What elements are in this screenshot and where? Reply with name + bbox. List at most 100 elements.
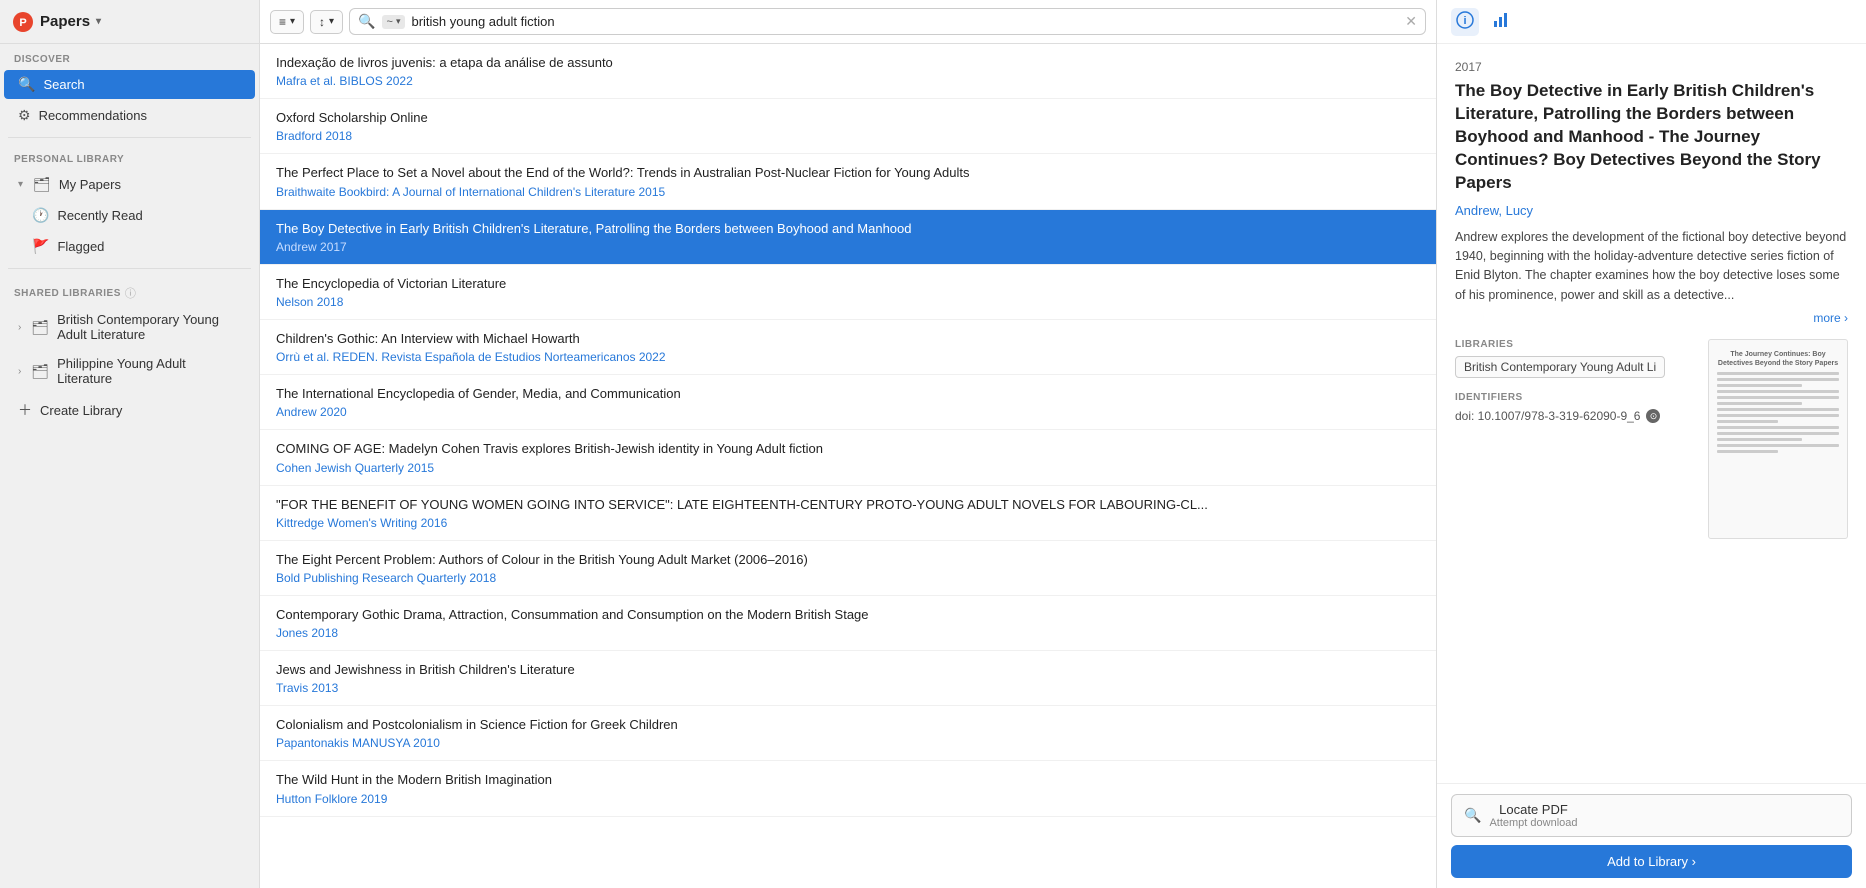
- result-item[interactable]: Children's Gothic: An Interview with Mic…: [260, 320, 1436, 375]
- result-item[interactable]: The Boy Detective in Early British Child…: [260, 210, 1436, 265]
- result-item[interactable]: Jews and Jewishness in British Children'…: [260, 651, 1436, 706]
- identifiers-section-label: IDENTIFIERS: [1455, 392, 1694, 403]
- sidebar: P Papers ▾ DISCOVER 🔍 Search ⚙ Recommend…: [0, 0, 260, 888]
- thumbnail-line-11: [1717, 432, 1839, 435]
- result-meta: Andrew 2020: [276, 405, 1420, 419]
- sort-button[interactable]: ↕ ▾: [310, 10, 343, 34]
- detail-info-icon: i: [1456, 11, 1474, 33]
- locate-pdf-sub: Attempt download: [1489, 817, 1577, 829]
- detail-thumbnail: The Journey Continues: Boy Detectives Be…: [1708, 339, 1848, 539]
- result-meta: Nelson 2018: [276, 295, 1420, 309]
- result-title: The Eight Percent Problem: Authors of Co…: [276, 551, 1420, 569]
- sort-icon: ↕: [319, 15, 325, 29]
- thumbnail-line-7: [1717, 408, 1839, 411]
- sidebar-item-recently-read[interactable]: 🕐 Recently Read: [4, 201, 255, 230]
- app-chevron-icon: ▾: [96, 16, 101, 27]
- sidebar-philippine-ya-label: Philippine Young Adult Literature: [57, 356, 241, 386]
- search-filter-chevron: ▾: [396, 16, 401, 27]
- result-item[interactable]: The Encyclopedia of Victorian Literature…: [260, 265, 1436, 320]
- british-ya-icon: 🗂: [31, 319, 49, 336]
- search-input[interactable]: [411, 14, 1399, 29]
- locate-pdf-button[interactable]: 🔍 Locate PDF Attempt download: [1451, 794, 1852, 837]
- thumbnail-line-8: [1717, 414, 1839, 417]
- result-meta: Mafra et al. BIBLOS 2022: [276, 74, 1420, 88]
- detail-bottom: 🔍 Locate PDF Attempt download Add to Lib…: [1437, 783, 1866, 888]
- search-filter-badge[interactable]: ~ ▾: [382, 15, 406, 29]
- result-meta: Andrew 2017: [276, 240, 1420, 254]
- main-content: ≡ ▾ ↕ ▾ 🔍 ~ ▾ ✕ Indexação de livros juve…: [260, 0, 1436, 888]
- results-list: Indexação de livros juvenis: a etapa da …: [260, 44, 1436, 888]
- thumbnail-line-6: [1717, 402, 1802, 405]
- thumbnail-line-10: [1717, 426, 1839, 429]
- result-title: COMING OF AGE: Madelyn Cohen Travis expl…: [276, 440, 1420, 458]
- sidebar-item-search[interactable]: 🔍 Search: [4, 70, 255, 99]
- detail-more-link[interactable]: more ›: [1455, 311, 1848, 325]
- sidebar-item-my-papers[interactable]: ▾ 🗂 My Papers: [4, 170, 255, 199]
- add-library-label: Add to Library ›: [1607, 854, 1696, 869]
- result-meta: Kittredge Women's Writing 2016: [276, 516, 1420, 530]
- sidebar-item-philippine-ya[interactable]: › 🗂 Philippine Young Adult Literature: [4, 350, 255, 392]
- sidebar-item-recommendations[interactable]: ⚙ Recommendations: [4, 101, 255, 130]
- sidebar-item-flagged[interactable]: 🚩 Flagged: [4, 232, 255, 261]
- philippine-ya-expand-icon: ›: [18, 366, 21, 377]
- library-badge[interactable]: British Contemporary Young Adult Li: [1455, 356, 1665, 378]
- result-item[interactable]: COMING OF AGE: Madelyn Cohen Travis expl…: [260, 430, 1436, 485]
- search-clear-icon[interactable]: ✕: [1405, 13, 1417, 30]
- result-title: The Perfect Place to Set a Novel about t…: [276, 164, 1420, 182]
- detail-info-col: LIBRARIES British Contemporary Young Adu…: [1455, 339, 1694, 437]
- thumbnail-line-13: [1717, 444, 1839, 447]
- shared-libraries-header: SHARED LIBRARIES ⓘ: [0, 275, 259, 305]
- detail-panel: i 2017 The Boy Detective in Early Britis…: [1436, 0, 1866, 888]
- british-ya-expand-icon: ›: [18, 322, 21, 333]
- search-bar: 🔍 ~ ▾ ✕: [349, 8, 1426, 35]
- sidebar-item-create-library[interactable]: ＋ Create Library: [4, 394, 255, 426]
- svg-text:P: P: [19, 17, 26, 29]
- result-item[interactable]: Indexação de livros juvenis: a etapa da …: [260, 44, 1436, 99]
- thumbnail-line-9: [1717, 420, 1778, 423]
- detail-title: The Boy Detective in Early British Child…: [1455, 80, 1848, 195]
- detail-info-tab[interactable]: i: [1451, 8, 1479, 36]
- result-item[interactable]: The Eight Percent Problem: Authors of Co…: [260, 541, 1436, 596]
- thumbnail-line-1: [1717, 372, 1839, 375]
- result-item[interactable]: The Perfect Place to Set a Novel about t…: [260, 154, 1436, 209]
- result-item[interactable]: "FOR THE BENEFIT OF YOUNG WOMEN GOING IN…: [260, 486, 1436, 541]
- sidebar-search-label: Search: [43, 77, 84, 92]
- search-bar-icon: 🔍: [358, 13, 375, 30]
- detail-content: 2017 The Boy Detective in Early British …: [1437, 44, 1866, 783]
- result-item[interactable]: Oxford Scholarship OnlineBradford 2018: [260, 99, 1436, 154]
- shared-libraries-label: SHARED LIBRARIES: [14, 288, 121, 299]
- list-view-button[interactable]: ≡ ▾: [270, 10, 304, 34]
- list-view-icon: ≡: [279, 15, 286, 29]
- sort-chevron: ▾: [329, 16, 334, 27]
- list-view-chevron: ▾: [290, 16, 295, 27]
- result-item[interactable]: The Wild Hunt in the Modern British Imag…: [260, 761, 1436, 816]
- result-title: The Wild Hunt in the Modern British Imag…: [276, 771, 1420, 789]
- thumbnail-line-12: [1717, 438, 1802, 441]
- identifier-copy-icon[interactable]: ⊙: [1646, 409, 1660, 423]
- sidebar-recommendations-label: Recommendations: [39, 108, 147, 123]
- result-title: The Encyclopedia of Victorian Literature: [276, 275, 1420, 293]
- result-meta: Papantonakis MANUSYA 2010: [276, 736, 1420, 750]
- papers-logo-icon: P: [12, 11, 34, 33]
- create-library-icon: ＋: [18, 400, 32, 420]
- detail-thumbnail-area: LIBRARIES British Contemporary Young Adu…: [1455, 339, 1848, 539]
- result-meta: Bold Publishing Research Quarterly 2018: [276, 571, 1420, 585]
- app-logo[interactable]: P Papers ▾: [12, 11, 101, 33]
- result-title: Oxford Scholarship Online: [276, 109, 1420, 127]
- sidebar-item-british-ya[interactable]: › 🗂 British Contemporary Young Adult Lit…: [4, 306, 255, 348]
- result-item[interactable]: Colonialism and Postcolonialism in Scien…: [260, 706, 1436, 761]
- svg-text:i: i: [1463, 15, 1466, 27]
- sidebar-divider-1: [8, 137, 251, 138]
- result-meta: Travis 2013: [276, 681, 1420, 695]
- result-item[interactable]: Contemporary Gothic Drama, Attraction, C…: [260, 596, 1436, 651]
- result-title: The International Encyclopedia of Gender…: [276, 385, 1420, 403]
- result-item[interactable]: The International Encyclopedia of Gender…: [260, 375, 1436, 430]
- philippine-ya-icon: 🗂: [31, 363, 49, 380]
- search-icon: 🔍: [18, 76, 35, 93]
- libraries-section-label: LIBRARIES: [1455, 339, 1694, 350]
- thumbnail-line-3: [1717, 384, 1802, 387]
- detail-author[interactable]: Andrew, Lucy: [1455, 203, 1848, 218]
- add-to-library-button[interactable]: Add to Library ›: [1451, 845, 1852, 878]
- thumbnail-line-14: [1717, 450, 1778, 453]
- detail-chart-tab[interactable]: [1487, 8, 1515, 36]
